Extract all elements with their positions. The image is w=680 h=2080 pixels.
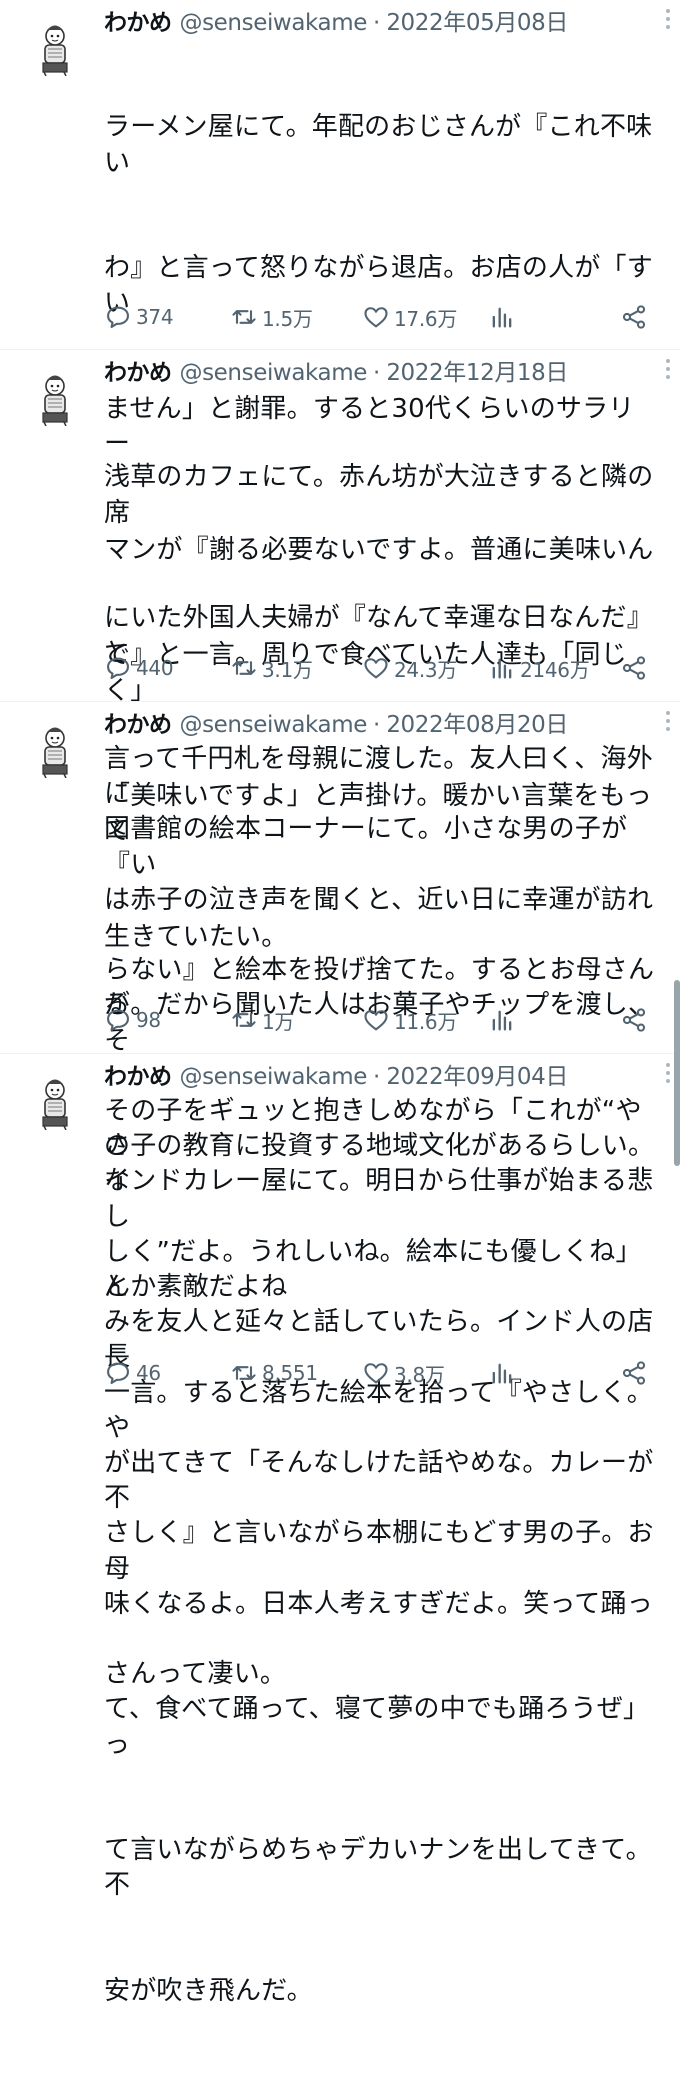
share-icon — [622, 1361, 646, 1385]
tweet-text-line: 浅草のカフェにて。赤ん坊が大泣きすると隣の席 — [104, 462, 654, 528]
action-bar: 98 1万 11.6万 — [104, 1000, 660, 1040]
reply-count: 374 — [136, 305, 174, 329]
retweet-count: 8,551 — [262, 1361, 318, 1385]
analytics-icon — [492, 1363, 512, 1384]
reply-count: 440 — [136, 656, 174, 680]
retweet-button[interactable]: 1.5万 — [230, 303, 313, 332]
tweet-text-line: 安が吹き飛んだ。 — [104, 1976, 313, 2007]
like-button[interactable]: 3.8万 — [362, 1359, 445, 1388]
tweet-date[interactable]: 2022年12月18日 — [386, 356, 568, 390]
avatar[interactable] — [32, 22, 78, 76]
tweet[interactable]: わかめ @senseiwakame · 2022年12月18日 浅草のカフェにて… — [0, 350, 680, 1302]
like-count: 3.8万 — [394, 1362, 445, 1387]
separator: · — [373, 10, 381, 36]
retweet-icon — [232, 661, 256, 675]
retweet-icon — [232, 1366, 256, 1380]
share-icon — [622, 305, 646, 329]
reply-icon — [107, 657, 129, 679]
separator: · — [373, 712, 381, 738]
scrollbar-thumb[interactable] — [674, 980, 680, 1166]
analytics-icon — [492, 658, 512, 679]
user-handle[interactable]: @senseiwakame — [180, 6, 368, 40]
heart-icon — [364, 1010, 388, 1031]
tweet-text-line: て言いながらめちゃデカいナンを出してきて。不 — [104, 1835, 652, 1901]
user-handle[interactable]: @senseiwakame — [180, 356, 368, 390]
reply-count: 98 — [136, 1008, 161, 1032]
action-bar: 440 3.1万 24.3万 2146万 — [104, 648, 660, 688]
more-options-icon[interactable] — [660, 708, 676, 734]
tweet-text-line: 味くなるよ。日本人考えすぎだよ。笑って踊っ — [104, 1588, 653, 1619]
reply-icon — [107, 306, 129, 328]
avatar[interactable] — [32, 372, 78, 426]
tweet-header: わかめ @senseiwakame · 2022年08月20日 — [104, 708, 660, 742]
tweet[interactable]: わかめ @senseiwakame · 2022年09月04日 インドカレー屋に… — [0, 1054, 680, 2006]
tweet-text-line: インドカレー屋にて。明日から仕事が始まる悲し — [104, 1166, 654, 1232]
tweet[interactable]: わかめ @senseiwakame · 2022年08月20日 図書館の絵本コー… — [0, 702, 680, 1689]
tweet-text-line: ラーメン屋にて。年配のおじさんが『これ不味い — [104, 112, 653, 178]
tweet-text-line: て、食べて踊って、寝て夢の中でも踊ろうぜ」っ — [104, 1694, 650, 1760]
analytics-icon — [492, 1010, 512, 1031]
tweet-header: わかめ @senseiwakame · 2022年12月18日 — [104, 356, 660, 390]
like-count: 11.6万 — [394, 1009, 458, 1034]
tweet-text-line: 図書館の絵本コーナーにて。小さな男の子が『い — [104, 814, 628, 880]
reply-icon — [107, 1009, 129, 1031]
share-button[interactable] — [620, 1359, 648, 1387]
like-button[interactable]: 17.6万 — [362, 303, 457, 332]
like-count: 17.6万 — [394, 306, 458, 331]
tweet-text-line: が出てきて「そんなしけた話やめな。カレーが不 — [104, 1448, 654, 1514]
share-button[interactable] — [620, 1006, 648, 1034]
like-count: 24.3万 — [394, 657, 458, 682]
avatar[interactable] — [32, 724, 78, 778]
action-bar: 46 8,551 3.8万 — [104, 1353, 660, 1393]
tweet[interactable]: わかめ @senseiwakame · 2022年05月08日 ラーメン屋にて。… — [0, 0, 680, 952]
views-button[interactable]: 2146万 — [488, 654, 590, 683]
heart-icon — [364, 658, 388, 679]
reply-button[interactable]: 440 — [104, 654, 174, 682]
more-options-icon[interactable] — [660, 356, 676, 382]
user-handle[interactable]: @senseiwakame — [180, 708, 368, 742]
display-name[interactable]: わかめ — [104, 1060, 172, 1094]
views-button[interactable] — [488, 303, 520, 331]
like-button[interactable]: 11.6万 — [362, 1006, 457, 1035]
retweet-count: 1.5万 — [262, 306, 313, 331]
share-button[interactable] — [620, 303, 648, 331]
separator: · — [373, 360, 381, 386]
separator: · — [373, 1064, 381, 1090]
action-bar: 374 1.5万 17.6万 — [104, 297, 660, 337]
reply-button[interactable]: 98 — [104, 1006, 161, 1034]
display-name[interactable]: わかめ — [104, 708, 172, 742]
views-button[interactable] — [488, 1006, 520, 1034]
retweet-icon — [232, 310, 256, 324]
reply-count: 46 — [136, 1361, 161, 1385]
share-icon — [622, 656, 646, 680]
display-name[interactable]: わかめ — [104, 356, 172, 390]
tweet-date[interactable]: 2022年08月20日 — [386, 708, 568, 742]
heart-icon — [364, 307, 388, 328]
tweet-date[interactable]: 2022年09月04日 — [386, 1060, 568, 1094]
retweet-count: 3.1万 — [262, 657, 313, 682]
retweet-button[interactable]: 8,551 — [230, 1359, 318, 1387]
analytics-icon — [492, 307, 512, 328]
retweet-button[interactable]: 3.1万 — [230, 654, 313, 683]
display-name[interactable]: わかめ — [104, 6, 172, 40]
like-button[interactable]: 24.3万 — [362, 654, 457, 683]
views-button[interactable] — [488, 1359, 520, 1387]
view-count: 2146万 — [520, 657, 590, 682]
retweet-count: 1万 — [262, 1009, 295, 1034]
retweet-button[interactable]: 1万 — [230, 1006, 294, 1035]
reply-icon — [107, 1362, 129, 1384]
user-handle[interactable]: @senseiwakame — [180, 1060, 368, 1094]
tweet-header: わかめ @senseiwakame · 2022年09月04日 — [104, 1060, 660, 1094]
more-options-icon[interactable] — [660, 6, 676, 32]
tweet-date[interactable]: 2022年05月08日 — [386, 6, 568, 40]
share-button[interactable] — [620, 654, 648, 682]
retweet-icon — [232, 1013, 256, 1027]
reply-button[interactable]: 374 — [104, 303, 174, 331]
tweet-header: わかめ @senseiwakame · 2022年05月08日 — [104, 6, 660, 40]
share-icon — [622, 1008, 646, 1032]
reply-button[interactable]: 46 — [104, 1359, 161, 1387]
avatar[interactable] — [32, 1076, 78, 1130]
heart-icon — [364, 1363, 388, 1384]
tweet-text: インドカレー屋にて。明日から仕事が始まる悲し みを友人と延々と話していたら。イン… — [104, 1094, 660, 2080]
